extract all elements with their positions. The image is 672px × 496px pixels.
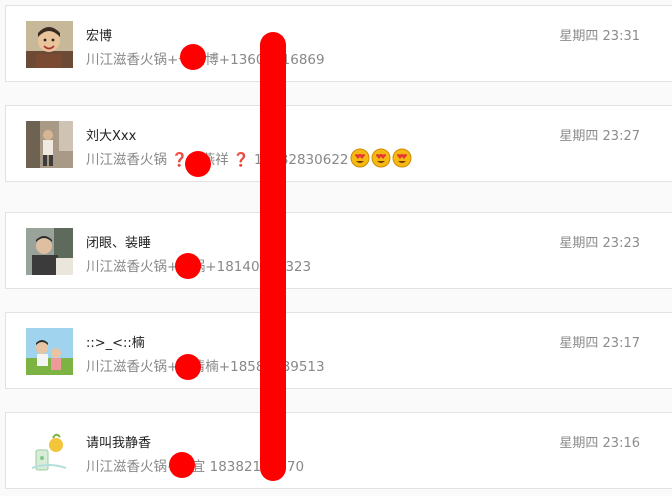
chat-list: 宏博 川江滋香火锅+一宏博+13608816869 星期四 23:31 刘大Xx… — [0, 0, 672, 496]
chat-preview: 川江滋香火锅+一锅+18140423323 — [86, 259, 312, 275]
chat-time: 星期四 23:23 — [559, 236, 640, 251]
person-photo-avatar-icon — [26, 121, 73, 168]
preview-text: 川江滋香火锅 — [86, 152, 167, 168]
chat-time: 星期四 23:17 — [559, 336, 640, 351]
heart-eyes-emoji-icon — [392, 148, 411, 168]
outdoor-photo-avatar-icon — [26, 328, 73, 375]
person-photo-avatar-icon — [26, 228, 73, 275]
chat-time: 星期四 23:27 — [559, 129, 640, 144]
chat-time: 星期四 23:31 — [559, 29, 640, 44]
chat-preview: 川江滋香火锅 ❓一燕祥 ❓ 15882830622 — [86, 148, 412, 168]
avatar[interactable] — [26, 228, 73, 275]
chat-preview: 川江滋香火锅+一清楠+18582389513 — [86, 359, 325, 375]
heart-eyes-emoji-icon — [350, 148, 369, 168]
avatar[interactable] — [26, 328, 73, 375]
chat-list-item[interactable]: 闭眼、装睡 川江滋香火锅+一锅+18140423323 星期四 23:23 — [5, 212, 672, 289]
preview-text: 一燕祥 — [188, 152, 229, 168]
chat-name: 闭眼、装睡 — [86, 236, 152, 251]
chat-name: 宏博 — [86, 29, 113, 44]
chat-preview: 川江滋香火锅+一宏博+13608816869 — [86, 52, 325, 68]
question-mark-icon: ❓ — [232, 152, 250, 168]
avatar[interactable] — [26, 21, 73, 68]
preview-text: 15882830622 — [254, 152, 349, 168]
child-photo-avatar-icon — [26, 21, 73, 68]
avatar[interactable] — [26, 428, 73, 475]
chat-list-item[interactable]: 刘大Xxx 川江滋香火锅 ❓一燕祥 ❓ 15882830622 星期四 23:2… — [5, 105, 672, 182]
chat-time: 星期四 23:16 — [559, 436, 640, 451]
chat-list-item[interactable]: 宏博 川江滋香火锅+一宏博+13608816869 星期四 23:31 — [5, 5, 672, 82]
chat-name: 刘大Xxx — [86, 129, 137, 144]
chat-name: 请叫我静香 — [86, 436, 152, 451]
question-mark-icon: ❓ — [171, 152, 189, 168]
chat-list-item[interactable]: ::>_<::楠 川江滋香火锅+一清楠+18582389513 星期四 23:1… — [5, 312, 672, 389]
avatar[interactable] — [26, 121, 73, 168]
illustration-avatar-icon — [26, 428, 73, 475]
chat-name: ::>_<::楠 — [86, 336, 145, 351]
heart-eyes-emoji-icon — [371, 148, 390, 168]
chat-preview: 川江滋香火锅+静宜 18382111270 — [86, 459, 305, 475]
chat-list-item[interactable]: 请叫我静香 川江滋香火锅+静宜 18382111270 星期四 23:16 — [5, 412, 672, 489]
